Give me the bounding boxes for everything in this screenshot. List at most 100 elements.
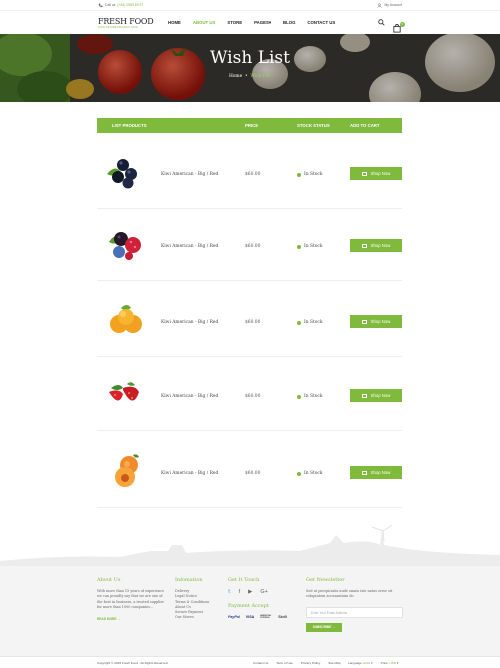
page-banner: Wish List Home • Wish List — [0, 34, 500, 102]
shop-now-label: Shop Now — [370, 319, 391, 324]
main-nav: HOME ABOUT US STORE PAGES▾ BLOG CONTACT … — [168, 20, 335, 26]
stock-label: In Stock — [304, 320, 323, 325]
product-name[interactable]: Kiwi American - Big / Red — [161, 320, 218, 325]
footer-link-stores[interactable]: Our Stores — [175, 615, 225, 620]
bottom-link-terms[interactable]: Term of Use — [276, 661, 293, 665]
shop-now-button[interactable]: Shop Now — [350, 466, 402, 479]
breadcrumb-home[interactable]: Home — [229, 74, 242, 79]
cart-button[interactable]: 0 — [393, 18, 405, 33]
col-price: PRICE — [245, 123, 259, 128]
shop-now-button[interactable]: Shop Now — [350, 239, 402, 252]
in-stock-dot-icon — [297, 172, 301, 177]
in-stock-dot-icon — [297, 244, 301, 249]
call-info: Call us (+84) 0983 69 97 — [98, 3, 143, 8]
shop-now-button[interactable]: Shop Now — [350, 315, 402, 328]
subscribe-label: SUBSCRIBE — [312, 625, 332, 630]
product-price: $60.00 — [245, 394, 261, 399]
bottom-bar: Copyright © 2016 Fresh Food - All Rights… — [0, 656, 500, 668]
about-text-line: we can proudly say that we are one of — [97, 594, 163, 599]
nav-contact-us[interactable]: CONTACT US — [307, 20, 335, 26]
blueberries-image — [107, 159, 137, 189]
language-value: ENG — [363, 661, 371, 665]
twitter-icon[interactable]: 𝕥 — [228, 589, 231, 595]
logo-tagline: 100% NATURE ORGANIC 100% — [98, 25, 138, 29]
currency-selector[interactable]: Price: USD ▾ — [381, 661, 399, 665]
bottom-link-privacy[interactable]: Privacy Policy — [301, 661, 320, 665]
shop-now-label: Shop Now — [370, 470, 391, 475]
breadcrumb: Home • Wish List — [0, 74, 500, 79]
table-row: Kiwi American - Big / Red $60.00 In Stoc… — [97, 361, 402, 431]
bottom-link-sitemap[interactable]: Site Map — [328, 661, 340, 665]
strawberries-image — [109, 382, 139, 401]
newsletter-email-input[interactable]: Enter Your Email Address — [306, 606, 403, 618]
product-name[interactable]: Kiwi American - Big / Red — [161, 471, 218, 476]
phone-number[interactable]: (+84) 0983 69 97 — [117, 3, 143, 7]
cart-icon — [361, 470, 367, 475]
chevron-down-icon: ▾ — [371, 661, 373, 665]
footer-touch-title: Get It Touch — [228, 577, 260, 583]
table-row: Kiwi American - Big / Red $60.00 In Stoc… — [97, 438, 402, 508]
skrill-logo: Skrill — [278, 615, 287, 619]
farm-silhouette-decoration — [0, 525, 500, 567]
cart-icon — [361, 393, 367, 398]
peaches-image — [115, 454, 139, 487]
logo[interactable]: FRESH FOOD 100% NATURE ORGANIC 100% — [98, 17, 154, 29]
bottom-link-contact[interactable]: Contact Us — [253, 661, 268, 665]
stock-status: In Stock — [297, 394, 323, 399]
product-price: $60.00 — [245, 471, 261, 476]
shop-now-button[interactable]: Shop Now — [350, 167, 402, 180]
stock-label: In Stock — [304, 172, 323, 177]
apricots-image — [110, 305, 142, 333]
locale-selectors: Language: ENG ▾ Price: USD ▾ — [348, 661, 398, 665]
table-row: Kiwi American - Big / Red $60.00 In Stoc… — [97, 139, 402, 209]
price-label: Price: — [380, 661, 389, 665]
search-icon[interactable] — [378, 19, 385, 26]
product-price: $60.00 — [245, 172, 261, 177]
product-name[interactable]: Kiwi American - Big / Red — [161, 172, 218, 177]
nav-pages-label: PAGES — [254, 19, 269, 25]
cart-icon — [361, 243, 367, 248]
read-more-link[interactable]: READ MORE → — [97, 617, 167, 621]
table-row: Kiwi American - Big / Red $60.00 In Stoc… — [97, 287, 402, 357]
shop-now-button[interactable]: Shop Now — [350, 389, 402, 402]
shop-now-label: Shop Now — [370, 243, 391, 248]
footer-payment-title: Payment Accept — [228, 603, 269, 609]
col-stock: STOCK STATUS — [297, 123, 330, 128]
my-account-label: My Account — [384, 3, 402, 7]
youtube-icon[interactable]: ▶ — [248, 589, 252, 595]
footer-touch: Get It Touch 𝕥 f ▶ G+ Payment Accept Pay… — [228, 577, 298, 619]
user-icon — [377, 3, 383, 8]
stock-status: In Stock — [297, 172, 323, 177]
nav-blog[interactable]: BLOG — [283, 20, 295, 26]
col-add-to-cart: ADD TO CART — [350, 123, 380, 128]
copyright: Copyright © 2016 Fresh Food - All Rights… — [97, 661, 168, 665]
footer-info-title: Infomation — [175, 577, 203, 583]
product-name[interactable]: Kiwi American - Big / Red — [161, 394, 218, 399]
language-selector[interactable]: Language: ENG ▾ — [348, 661, 373, 665]
arrow-right-icon: → — [117, 617, 121, 622]
nav-pages[interactable]: PAGES▾ — [254, 20, 271, 26]
stock-status: In Stock — [297, 320, 323, 325]
footer-newsletter-title: Get Newsletter — [306, 577, 345, 583]
call-label: Call us — [105, 3, 116, 7]
amex-logo: AMERICAN EXPRESS — [260, 615, 271, 619]
header-icons: 0 — [378, 18, 405, 33]
facebook-icon[interactable]: f — [239, 589, 241, 595]
my-account-link[interactable]: My Account — [377, 3, 402, 8]
footer-about-title: About Us — [97, 577, 121, 583]
mixed-berries-image — [109, 232, 141, 260]
nav-home[interactable]: HOME — [168, 20, 181, 26]
subscribe-button[interactable]: SUBSCRIBE → — [306, 622, 342, 632]
newsletter-text: voluptatem accusantium do — [306, 594, 354, 599]
stock-label: In Stock — [304, 471, 323, 476]
nav-store[interactable]: STORE — [227, 20, 242, 26]
nav-about-us[interactable]: ABOUT US — [193, 20, 215, 26]
google-plus-icon[interactable]: G+ — [260, 589, 268, 595]
stock-label: In Stock — [304, 394, 323, 399]
stock-status: In Stock — [297, 244, 323, 249]
top-bar: Call us (+84) 0983 69 97 My Account — [0, 0, 500, 11]
col-products: LIST PRODUCTS — [112, 123, 147, 128]
product-price: $60.00 — [245, 244, 261, 249]
product-name[interactable]: Kiwi American - Big / Red — [161, 244, 218, 249]
about-text-line: for more than 1000 companies... — [97, 604, 154, 609]
